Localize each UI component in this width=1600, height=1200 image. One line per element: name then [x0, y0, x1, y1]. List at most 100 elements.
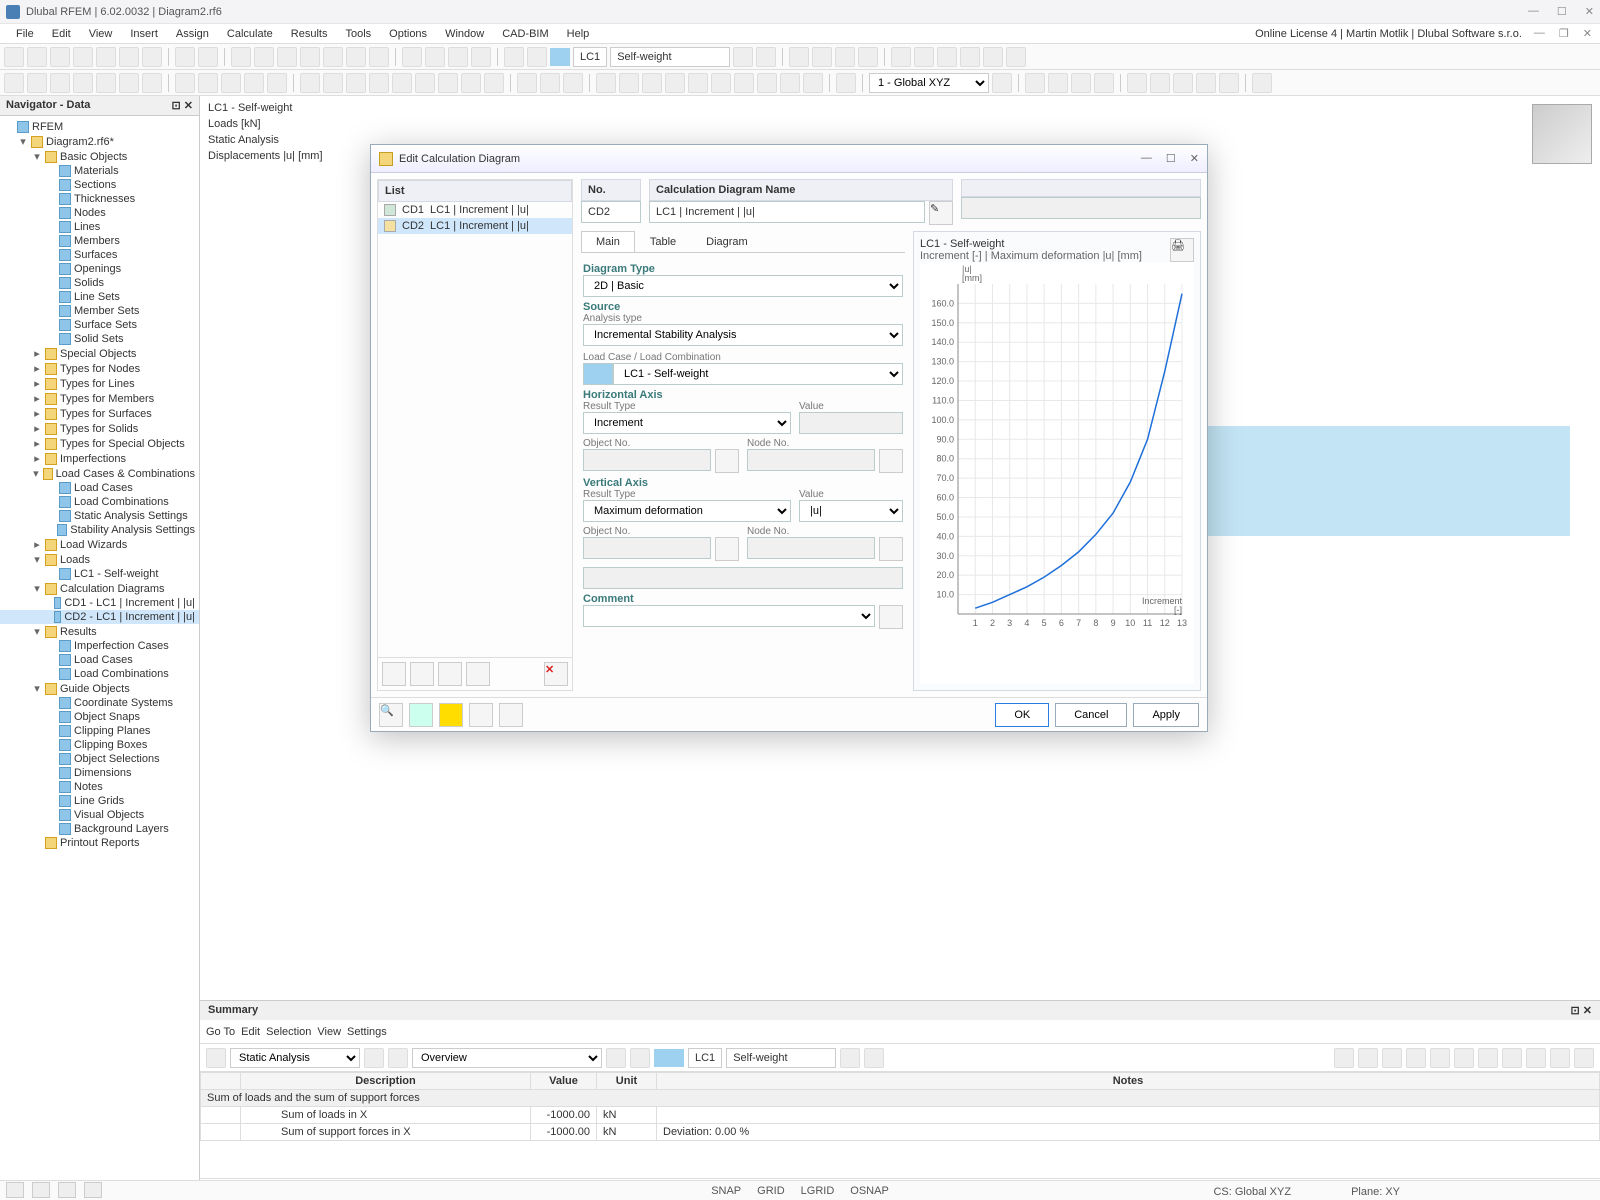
tree-item[interactable]: Line Grids	[0, 794, 199, 808]
sum-prev1[interactable]	[364, 1048, 384, 1068]
menu-options[interactable]: Options	[381, 26, 435, 42]
tb-undo[interactable]	[175, 47, 195, 67]
tb2-ad[interactable]	[711, 73, 731, 93]
tree-item[interactable]: Thicknesses	[0, 192, 199, 206]
menu-calculate[interactable]: Calculate	[219, 26, 281, 42]
sum-sel-analysis[interactable]: Static Analysis	[230, 1048, 360, 1068]
tb-print[interactable]	[96, 47, 116, 67]
tb2-q[interactable]	[392, 73, 412, 93]
tb2-i[interactable]	[198, 73, 218, 93]
sum-next1[interactable]	[388, 1048, 408, 1068]
sb-ic3[interactable]	[58, 1182, 76, 1198]
tb2-k[interactable]	[244, 73, 264, 93]
tree-item[interactable]: Openings	[0, 262, 199, 276]
app-restore-icon[interactable]: ❐	[1559, 27, 1569, 40]
sum-ic1[interactable]	[206, 1048, 226, 1068]
tree-item[interactable]: Surfaces	[0, 248, 199, 262]
tree-item[interactable]: Sections	[0, 178, 199, 192]
tb-color-swatch[interactable]	[550, 48, 570, 66]
summary-table[interactable]: Description Value Unit Notes Sum of load…	[200, 1072, 1600, 1178]
tb-save[interactable]	[50, 47, 70, 67]
menu-view[interactable]: View	[81, 26, 121, 42]
tree-item[interactable]: Load Cases	[0, 481, 199, 495]
h-node-pick[interactable]	[879, 449, 903, 473]
sum-menu-selection[interactable]: Selection	[266, 1026, 311, 1038]
tb2-w[interactable]	[540, 73, 560, 93]
tb2-ak[interactable]	[1025, 73, 1045, 93]
tree-item[interactable]: Load Cases	[0, 653, 199, 667]
tree-item[interactable]: Dimensions	[0, 766, 199, 780]
tree-item[interactable]: Surface Sets	[0, 318, 199, 332]
sum-t1[interactable]	[1334, 1048, 1354, 1068]
name-field[interactable]: LC1 | Increment | |u|	[649, 201, 925, 223]
menu-tools[interactable]: Tools	[337, 26, 379, 42]
tree-item[interactable]: Object Selections	[0, 752, 199, 766]
tb-v4[interactable]	[300, 47, 320, 67]
nav-pin-icon[interactable]: ⊡	[172, 100, 181, 112]
tree-item[interactable]: Printout Reports	[0, 836, 199, 850]
menu-assign[interactable]: Assign	[168, 26, 217, 42]
tb-v2[interactable]	[254, 47, 274, 67]
tree-item[interactable]: Members	[0, 234, 199, 248]
tb2-ar[interactable]	[1196, 73, 1216, 93]
tree-item[interactable]: Nodes	[0, 206, 199, 220]
sum-prev3[interactable]	[840, 1048, 860, 1068]
no-field[interactable]: CD2	[581, 201, 641, 223]
dlg-minimize[interactable]: —	[1141, 152, 1152, 165]
sb-ic1[interactable]	[6, 1182, 24, 1198]
status-lgrid[interactable]: LGRID	[801, 1185, 835, 1197]
tb-r6[interactable]	[914, 47, 934, 67]
tree-item[interactable]: Background Layers	[0, 822, 199, 836]
tb2-g[interactable]	[142, 73, 162, 93]
tb2-al[interactable]	[1048, 73, 1068, 93]
sb-ic2[interactable]	[32, 1182, 50, 1198]
tree-item[interactable]: Visual Objects	[0, 808, 199, 822]
cancel-button[interactable]: Cancel	[1055, 703, 1127, 727]
tree-item[interactable]: CD2 - LC1 | Increment | |u|	[0, 610, 199, 624]
tb-lc-name[interactable]: Self-weight	[610, 47, 730, 67]
tree-item[interactable]: Lines	[0, 220, 199, 234]
tb2-c[interactable]	[50, 73, 70, 93]
menu-cad-bim[interactable]: CAD-BIM	[494, 26, 556, 42]
tab-main[interactable]: Main	[581, 231, 635, 252]
tree-item[interactable]: ▸Load Wizards	[0, 537, 199, 552]
tb-v7[interactable]	[369, 47, 389, 67]
ok-button[interactable]: OK	[995, 703, 1049, 727]
tb2-ao[interactable]	[1127, 73, 1147, 93]
tree-item[interactable]: ▸Special Objects	[0, 346, 199, 361]
tb-v5[interactable]	[323, 47, 343, 67]
tb-win3[interactable]	[448, 47, 468, 67]
v-result-select[interactable]: Maximum deformation	[583, 500, 791, 522]
tb-redo[interactable]	[198, 47, 218, 67]
menu-insert[interactable]: Insert	[122, 26, 166, 42]
analysis-type-select[interactable]: Incremental Stability Analysis	[583, 324, 903, 346]
table-row[interactable]: Sum of support forces in X -1000.00 kN D…	[201, 1124, 1600, 1141]
tb2-aj[interactable]	[992, 73, 1012, 93]
tb2-s[interactable]	[438, 73, 458, 93]
tree-item[interactable]: Load Combinations	[0, 667, 199, 681]
tb-r2[interactable]	[812, 47, 832, 67]
tb2-aq[interactable]	[1173, 73, 1193, 93]
v-obj-pick[interactable]	[715, 537, 739, 561]
sum-t11[interactable]	[1574, 1048, 1594, 1068]
list-copy-button[interactable]	[410, 662, 434, 686]
tb2-aa[interactable]	[642, 73, 662, 93]
tb-lc-code[interactable]: LC1	[573, 47, 607, 67]
sum-t4[interactable]	[1406, 1048, 1426, 1068]
menu-window[interactable]: Window	[437, 26, 492, 42]
list-delete-button[interactable]: ✕	[544, 662, 568, 686]
tb2-ag[interactable]	[780, 73, 800, 93]
h-result-select[interactable]: Increment	[583, 412, 791, 434]
tree-item[interactable]: Solid Sets	[0, 332, 199, 346]
tree-item[interactable]: Object Snaps	[0, 710, 199, 724]
app-minimize-icon[interactable]: —	[1534, 27, 1545, 40]
nav-tree[interactable]: RFEM▾Diagram2.rf6*▾Basic ObjectsMaterial…	[0, 116, 199, 1180]
tb-r7[interactable]	[937, 47, 957, 67]
tree-item[interactable]: ▾Guide Objects	[0, 681, 199, 696]
dlg-close[interactable]: ✕	[1190, 152, 1199, 165]
sum-t8[interactable]	[1502, 1048, 1522, 1068]
tb2-ap[interactable]	[1150, 73, 1170, 93]
tree-item[interactable]: ▾Diagram2.rf6*	[0, 134, 199, 149]
tb-win1[interactable]	[402, 47, 422, 67]
tb2-v[interactable]	[517, 73, 537, 93]
